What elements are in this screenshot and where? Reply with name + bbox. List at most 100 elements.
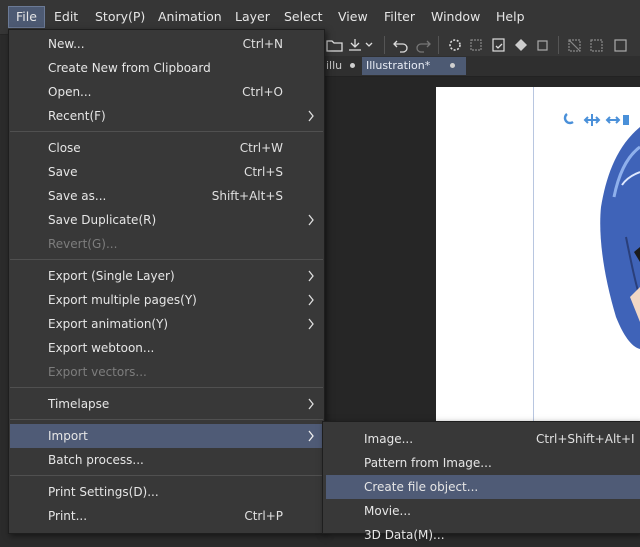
loading-spinner-icon[interactable] bbox=[446, 37, 464, 53]
fill-icon[interactable] bbox=[512, 37, 530, 53]
menu-story[interactable]: Story(P) bbox=[88, 7, 152, 27]
menu-item-label: Recent(F) bbox=[48, 109, 106, 123]
select-all-icon[interactable] bbox=[612, 37, 630, 53]
export-icon[interactable] bbox=[346, 37, 364, 53]
menu-item-shortcut: Ctrl+P bbox=[244, 509, 283, 523]
transform-icon[interactable] bbox=[468, 37, 486, 53]
menu-item-export-animation[interactable]: Export animation(Y) bbox=[10, 312, 323, 336]
menu-item-label: Export multiple pages(Y) bbox=[48, 293, 197, 307]
tab-close-icon[interactable] bbox=[350, 63, 355, 68]
menu-view[interactable]: View bbox=[331, 7, 375, 27]
submenu-item-shortcut: Ctrl+Shift+Alt+I bbox=[536, 432, 635, 446]
menu-item-label: Open... bbox=[48, 85, 92, 99]
chevron-right-icon bbox=[308, 430, 314, 442]
menu-edit[interactable]: Edit bbox=[47, 7, 85, 27]
chevron-right-icon bbox=[308, 398, 314, 410]
menu-item-label: Export animation(Y) bbox=[48, 317, 169, 331]
menu-item-label: Revert(G)... bbox=[48, 237, 118, 251]
crop-icon[interactable] bbox=[534, 37, 552, 53]
menu-item-shortcut: Shift+Alt+S bbox=[211, 189, 283, 203]
clear-selection-icon[interactable] bbox=[566, 37, 584, 53]
menu-item-new[interactable]: New... Ctrl+N bbox=[10, 32, 323, 56]
character-hair-image bbox=[600, 127, 640, 349]
chevron-right-icon bbox=[308, 270, 314, 282]
menu-item-recent[interactable]: Recent(F) bbox=[10, 104, 323, 128]
chevron-right-icon bbox=[308, 214, 314, 226]
menu-item-revert: Revert(G)... bbox=[10, 232, 323, 256]
submenu-item-image[interactable]: Image... Ctrl+Shift+Alt+I bbox=[326, 427, 640, 451]
menu-item-import[interactable]: Import bbox=[10, 424, 323, 448]
menu-layer[interactable]: Layer bbox=[228, 7, 277, 27]
submenu-item-label: Create file object... bbox=[364, 480, 479, 494]
menu-animation[interactable]: Animation bbox=[151, 7, 229, 27]
submenu-item-movie[interactable]: Movie... bbox=[326, 499, 640, 523]
chevron-right-icon bbox=[308, 318, 314, 330]
menu-select[interactable]: Select bbox=[277, 7, 330, 27]
menu-item-timelapse[interactable]: Timelapse bbox=[10, 392, 323, 416]
chevron-right-icon bbox=[308, 294, 314, 306]
menu-item-save-duplicate[interactable]: Save Duplicate(R) bbox=[10, 208, 323, 232]
menu-item-export-webtoon[interactable]: Export webtoon... bbox=[10, 336, 323, 360]
toolbar-separator bbox=[384, 36, 385, 54]
menu-item-shortcut: Ctrl+S bbox=[243, 165, 283, 179]
undo-icon[interactable] bbox=[392, 37, 410, 53]
menu-item-label: Print... bbox=[48, 509, 88, 523]
tab-illu[interactable]: illu bbox=[322, 57, 348, 75]
command-bar bbox=[322, 34, 640, 57]
menu-file[interactable]: File bbox=[8, 6, 45, 28]
menu-item-label: Save Duplicate(R) bbox=[48, 213, 157, 227]
chevron-down-icon[interactable] bbox=[364, 37, 374, 53]
submenu-item-pattern-from-image[interactable]: Pattern from Image... bbox=[326, 451, 640, 475]
submenu-item-create-file-object[interactable]: Create file object... bbox=[326, 475, 640, 499]
menu-window[interactable]: Window bbox=[424, 7, 487, 27]
menu-item-label: Export vectors... bbox=[48, 365, 147, 379]
menu-item-print[interactable]: Print... Ctrl+P bbox=[10, 504, 323, 528]
menu-item-label: Save bbox=[48, 165, 78, 179]
menu-item-batch-process[interactable]: Batch process... bbox=[10, 448, 323, 472]
clipboard-check-icon[interactable] bbox=[490, 37, 508, 53]
menu-item-shortcut: Ctrl+W bbox=[239, 141, 283, 155]
menu-item-export-multiple-pages[interactable]: Export multiple pages(Y) bbox=[10, 288, 323, 312]
menu-item-create-from-clipboard[interactable]: Create New from Clipboard bbox=[10, 56, 323, 80]
menu-filter[interactable]: Filter bbox=[377, 7, 422, 27]
menu-item-label: Import bbox=[48, 429, 88, 443]
invert-selection-icon[interactable] bbox=[588, 37, 606, 53]
toolbar-separator bbox=[438, 36, 439, 54]
menu-item-label: Batch process... bbox=[48, 453, 144, 467]
menu-item-label: New... bbox=[48, 37, 85, 51]
menu-item-label: Save as... bbox=[48, 189, 107, 203]
menu-item-save[interactable]: Save Ctrl+S bbox=[10, 160, 323, 184]
menu-item-label: Export (Single Layer) bbox=[48, 269, 175, 283]
menu-help[interactable]: Help bbox=[489, 7, 532, 27]
menu-item-shortcut: Ctrl+N bbox=[242, 37, 283, 51]
submenu-item-3d-data[interactable]: 3D Data(M)... bbox=[326, 523, 640, 547]
document-tab-bar: illu Illustration* bbox=[322, 56, 640, 77]
menu-item-export-single-layer[interactable]: Export (Single Layer) bbox=[10, 264, 323, 288]
menu-item-save-as[interactable]: Save as... Shift+Alt+S bbox=[10, 184, 323, 208]
canvas-paper[interactable] bbox=[436, 87, 640, 432]
file-menu-dropdown: New... Ctrl+N Create New from Clipboard … bbox=[8, 29, 325, 534]
menu-separator bbox=[10, 419, 323, 420]
menu-item-label: Export webtoon... bbox=[48, 341, 155, 355]
submenu-item-label: Image... bbox=[364, 432, 414, 446]
menu-separator bbox=[10, 387, 323, 388]
tab-close-icon[interactable] bbox=[450, 63, 455, 68]
menu-item-close[interactable]: Close Ctrl+W bbox=[10, 136, 323, 160]
menu-item-shortcut: Ctrl+O bbox=[242, 85, 283, 99]
menu-separator bbox=[10, 131, 323, 132]
menu-item-print-settings[interactable]: Print Settings(D)... bbox=[10, 480, 323, 504]
menu-item-label: Create New from Clipboard bbox=[48, 61, 211, 75]
redo-icon[interactable] bbox=[414, 37, 432, 53]
menu-item-open[interactable]: Open... Ctrl+O bbox=[10, 80, 323, 104]
menu-item-label: Print Settings(D)... bbox=[48, 485, 159, 499]
submenu-item-label: 3D Data(M)... bbox=[364, 528, 445, 542]
menu-item-export-vectors: Export vectors... bbox=[10, 360, 323, 384]
submenu-item-label: Movie... bbox=[364, 504, 411, 518]
menu-separator bbox=[10, 475, 323, 476]
guide-line bbox=[533, 87, 534, 432]
toolbar-separator bbox=[558, 36, 559, 54]
submenu-item-label: Pattern from Image... bbox=[364, 456, 492, 470]
menu-separator bbox=[10, 259, 323, 260]
open-folder-icon[interactable] bbox=[326, 37, 344, 53]
menu-item-label: Timelapse bbox=[48, 397, 110, 411]
